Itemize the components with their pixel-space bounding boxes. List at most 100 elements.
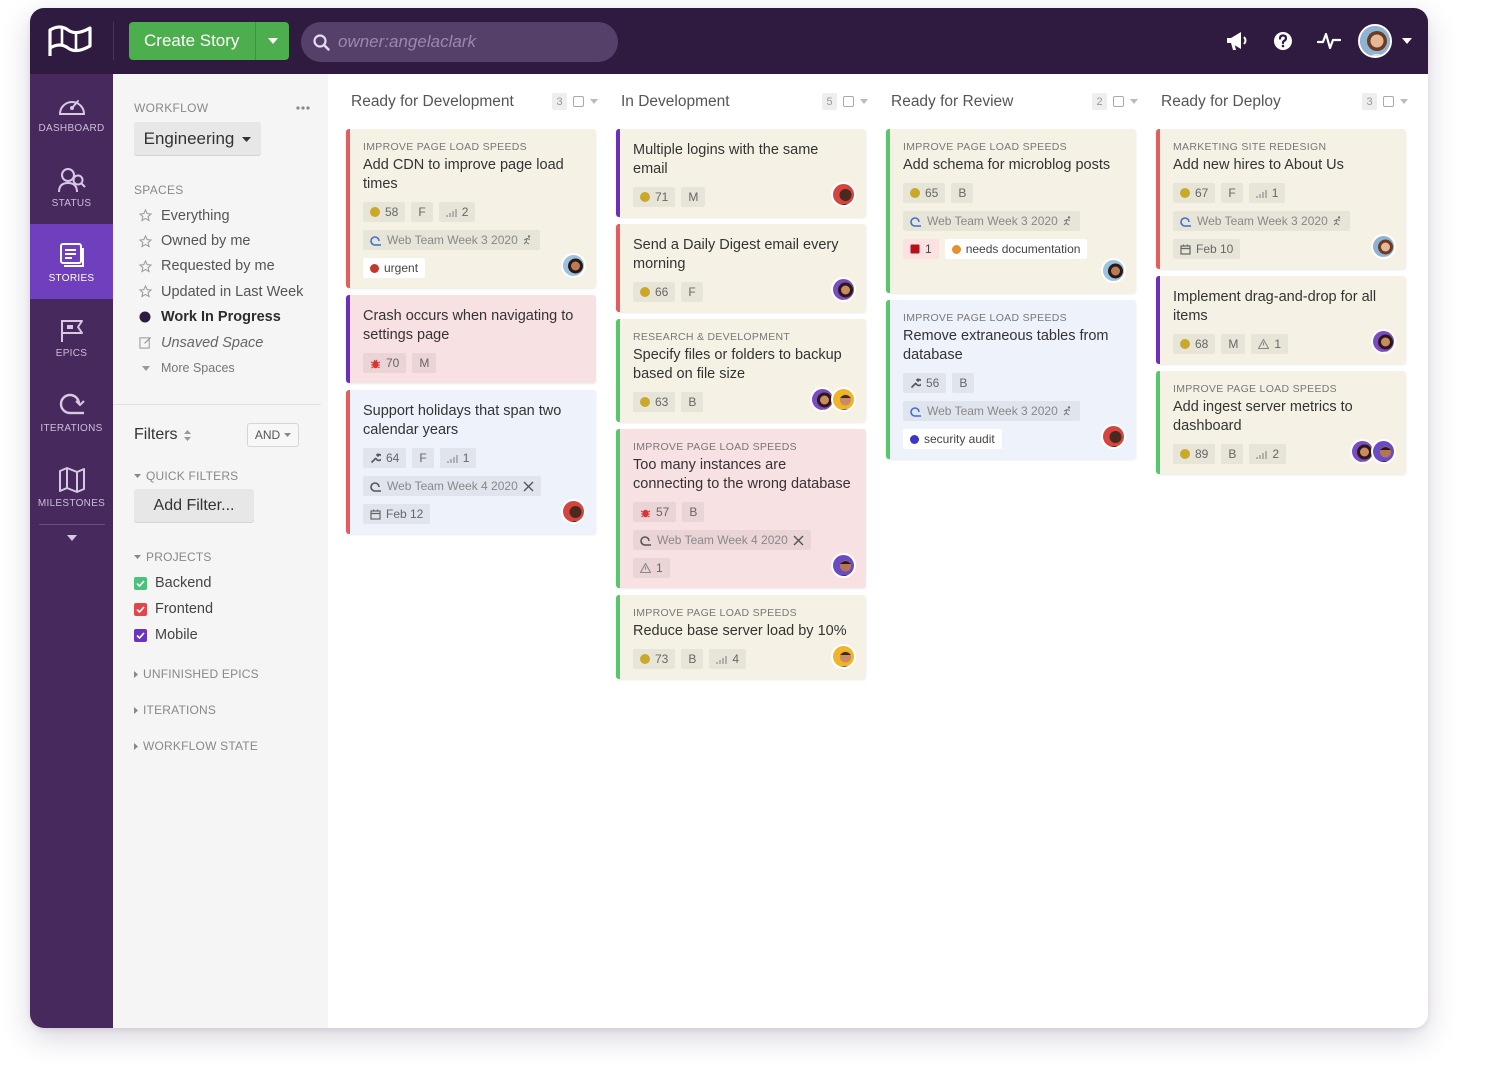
space-everything[interactable]: Everything <box>139 203 303 228</box>
iteration-badge[interactable]: Web Team Week 3 2020 <box>903 211 1080 231</box>
and-or-select[interactable]: AND <box>247 423 299 447</box>
story-card[interactable]: IMPROVE PAGE LOAD SPEEDS Add CDN to impr… <box>346 129 596 288</box>
card-title[interactable]: Add CDN to improve page load times <box>363 156 585 194</box>
card-title[interactable]: Implement drag-and-drop for all items <box>1173 288 1395 326</box>
story-card[interactable]: Multiple logins with the same email 71 M <box>616 129 866 217</box>
story-card[interactable]: IMPROVE PAGE LOAD SPEEDS Remove extraneo… <box>886 300 1136 459</box>
project-mobile[interactable]: Mobile <box>134 627 198 643</box>
card-title[interactable]: Reduce base server load by 10% <box>633 622 855 641</box>
project-checkbox[interactable] <box>134 576 147 590</box>
story-card[interactable]: Crash occurs when navigating to settings… <box>346 295 596 383</box>
label-badge[interactable]: needs documentation <box>944 239 1088 259</box>
space-work-in-progress[interactable]: Work In Progress <box>139 305 303 330</box>
card-epic[interactable]: IMPROVE PAGE LOAD SPEEDS <box>1173 383 1395 395</box>
space-updated-last-week[interactable]: Updated in Last Week <box>139 279 303 304</box>
projects-toggle[interactable]: PROJECTS <box>134 550 212 564</box>
story-card[interactable]: Support holidays that span two calendar … <box>346 390 596 534</box>
avatar[interactable] <box>561 253 586 278</box>
unfinished-epics-toggle[interactable]: UNFINISHED EPICS <box>134 667 259 681</box>
project-backend[interactable]: Backend <box>134 575 211 591</box>
avatar[interactable] <box>1101 424 1126 449</box>
project-frontend[interactable]: Frontend <box>134 601 213 617</box>
space-requested-by-me[interactable]: Requested by me <box>139 254 303 279</box>
label-badge[interactable]: urgent <box>363 258 426 278</box>
filters-heading[interactable]: Filters <box>134 426 191 444</box>
logo-icon[interactable] <box>46 22 96 58</box>
caret-down-icon[interactable] <box>590 99 598 104</box>
quick-filters-toggle[interactable]: QUICK FILTERS <box>134 469 238 483</box>
card-title[interactable]: Crash occurs when navigating to settings… <box>363 307 585 345</box>
caret-down-icon[interactable] <box>1130 99 1138 104</box>
help-button[interactable] <box>1260 31 1306 51</box>
iteration-badge[interactable]: Web Team Week 4 2020 <box>633 530 811 550</box>
project-checkbox[interactable] <box>134 602 147 616</box>
iterations-toggle[interactable]: ITERATIONS <box>134 703 216 717</box>
workflow-select[interactable]: Engineering <box>134 122 261 156</box>
workflow-state-toggle[interactable]: WORKFLOW STATE <box>134 739 258 753</box>
card-title[interactable]: Too many instances are connecting to the… <box>633 456 855 494</box>
story-card[interactable]: IMPROVE PAGE LOAD SPEEDS Reduce base ser… <box>616 595 866 679</box>
card-epic[interactable]: IMPROVE PAGE LOAD SPEEDS <box>363 141 585 153</box>
more-options-icon[interactable] <box>296 106 310 110</box>
avatar[interactable] <box>831 387 856 412</box>
more-spaces-toggle[interactable]: More Spaces <box>139 355 303 380</box>
column-select-checkbox[interactable] <box>843 96 854 107</box>
avatar[interactable] <box>1101 258 1126 283</box>
avatar[interactable] <box>831 277 856 302</box>
card-epic[interactable]: IMPROVE PAGE LOAD SPEEDS <box>903 141 1125 153</box>
card-title[interactable]: Add ingest server metrics to dashboard <box>1173 398 1395 436</box>
column-select-checkbox[interactable] <box>1383 96 1394 107</box>
iteration-badge[interactable]: Web Team Week 3 2020 <box>363 230 540 250</box>
story-card[interactable]: Send a Daily Digest email every morning … <box>616 224 866 312</box>
iteration-badge[interactable]: Web Team Week 3 2020 <box>903 401 1080 421</box>
column-select-checkbox[interactable] <box>573 96 584 107</box>
story-card[interactable]: RESEARCH & DEVELOPMENT Specify files or … <box>616 319 866 422</box>
nav-expand-button[interactable] <box>30 525 113 551</box>
search-bar[interactable] <box>301 22 618 62</box>
space-unsaved[interactable]: Unsaved Space <box>139 330 303 355</box>
caret-down-icon[interactable] <box>1400 99 1408 104</box>
avatar[interactable] <box>1371 234 1396 259</box>
avatar[interactable] <box>1371 439 1396 464</box>
label-badge[interactable]: security audit <box>903 429 1002 449</box>
create-dropdown-toggle[interactable] <box>255 22 289 60</box>
iteration-badge[interactable]: Web Team Week 3 2020 <box>1173 211 1350 231</box>
story-card[interactable]: IMPROVE PAGE LOAD SPEEDS Add schema for … <box>886 129 1136 293</box>
avatar[interactable] <box>831 553 856 578</box>
card-epic[interactable]: MARKETING SITE REDESIGN <box>1173 141 1395 153</box>
nav-iterations[interactable]: ITERATIONS <box>30 374 113 449</box>
story-card[interactable]: Implement drag-and-drop for all items 68… <box>1156 276 1406 364</box>
announcements-button[interactable] <box>1214 30 1260 52</box>
card-title[interactable]: Specify files or folders to backup based… <box>633 346 855 384</box>
nav-stories[interactable]: STORIES <box>30 224 113 299</box>
card-title[interactable]: Support holidays that span two calendar … <box>363 402 585 440</box>
card-epic[interactable]: IMPROVE PAGE LOAD SPEEDS <box>633 607 855 619</box>
nav-epics[interactable]: EPICS <box>30 299 113 374</box>
nav-status[interactable]: STATUS <box>30 149 113 224</box>
add-filter-button[interactable]: Add Filter... <box>134 489 254 523</box>
card-title[interactable]: Add schema for microblog posts <box>903 156 1125 175</box>
card-epic[interactable]: IMPROVE PAGE LOAD SPEEDS <box>633 441 855 453</box>
search-input[interactable] <box>338 32 598 52</box>
avatar[interactable] <box>1358 24 1392 58</box>
nav-milestones[interactable]: MILESTONES <box>30 449 113 524</box>
avatar[interactable] <box>831 182 856 207</box>
card-epic[interactable]: IMPROVE PAGE LOAD SPEEDS <box>903 312 1125 324</box>
card-title[interactable]: Add new hires to About Us <box>1173 156 1395 175</box>
space-owned-by-me[interactable]: Owned by me <box>139 228 303 253</box>
star-icon[interactable] <box>139 259 152 273</box>
avatar[interactable] <box>561 499 586 524</box>
activity-button[interactable] <box>1306 32 1352 50</box>
avatar[interactable] <box>831 644 856 669</box>
star-icon[interactable] <box>139 234 152 248</box>
star-icon[interactable] <box>139 285 152 299</box>
user-menu[interactable] <box>1358 24 1412 58</box>
story-card[interactable]: IMPROVE PAGE LOAD SPEEDS Too many instan… <box>616 429 866 588</box>
card-epic[interactable]: RESEARCH & DEVELOPMENT <box>633 331 855 343</box>
create-story-button[interactable]: Create Story <box>129 22 289 60</box>
card-title[interactable]: Multiple logins with the same email <box>633 141 855 179</box>
star-icon[interactable] <box>139 209 152 222</box>
card-title[interactable]: Remove extraneous tables from database <box>903 327 1125 365</box>
iteration-badge[interactable]: Web Team Week 4 2020 <box>363 476 541 496</box>
caret-down-icon[interactable] <box>860 99 868 104</box>
